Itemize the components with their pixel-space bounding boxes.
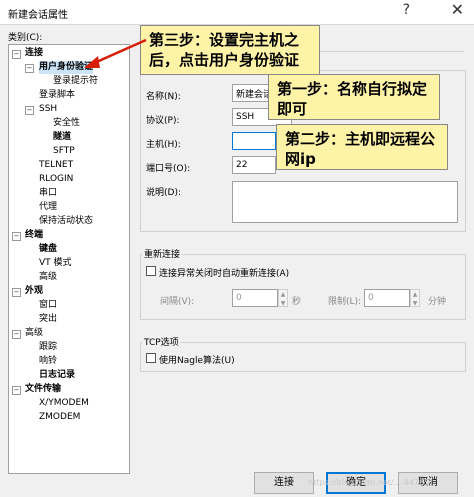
collapse-icon[interactable]: − — [12, 386, 21, 395]
window-title: 新建会话属性 — [8, 10, 68, 21]
reconnect-group-title: 重新连接 — [142, 247, 183, 260]
description-label: 说明(D): — [146, 188, 181, 198]
tree-item-vt-mode[interactable]: VT 模式 — [39, 257, 72, 270]
collapse-icon[interactable]: − — [12, 50, 21, 59]
host-input[interactable] — [232, 132, 276, 150]
auto-reconnect-checkbox[interactable] — [146, 266, 156, 276]
limit-input[interactable] — [364, 289, 410, 307]
tree-item-advanced[interactable]: 高级 — [25, 327, 43, 340]
red-arrow-icon — [84, 38, 147, 68]
callout-step2: 第二步：主机即远程公网ip — [276, 124, 448, 170]
port-label: 端口号(O): — [146, 164, 191, 174]
tree-item-xymodem[interactable]: X/YMODEM — [39, 397, 89, 410]
tree-item-logging[interactable]: 日志记录 — [39, 369, 75, 382]
callout-step3: 第三步：设置完主机之后，点击用户身份验证 — [140, 25, 320, 75]
collapse-icon[interactable]: − — [25, 106, 34, 115]
tree-item-telnet[interactable]: TELNET — [39, 159, 73, 172]
collapse-icon[interactable]: − — [12, 232, 21, 241]
callout-step1: 第一步：名称自行拟定即可 — [268, 74, 440, 120]
collapse-icon[interactable]: − — [12, 288, 21, 297]
tree-item-zmodem[interactable]: ZMODEM — [39, 411, 80, 424]
tree-item-proxy[interactable]: 代理 — [39, 201, 57, 214]
close-icon[interactable]: ✕ — [451, 0, 464, 19]
limit-label: 限制(L): — [328, 297, 362, 307]
protocol-value: SSH — [236, 112, 255, 122]
port-input[interactable] — [232, 156, 276, 174]
tree-item-sftp[interactable]: SFTP — [53, 145, 75, 158]
auto-reconnect-label: 连接异常关闭时自动重新连接(A) — [159, 269, 290, 279]
tree-item-keepalive[interactable]: 保持活动状态 — [39, 215, 93, 228]
nagle-checkbox[interactable] — [146, 353, 156, 363]
tree-item-serial[interactable]: 串口 — [39, 187, 57, 200]
collapse-icon[interactable]: − — [12, 330, 21, 339]
host-label: 主机(H): — [146, 140, 181, 150]
tree-item-bell[interactable]: 响铃 — [39, 355, 57, 368]
interval-unit: 秒 — [292, 297, 302, 307]
tree-item-ssh[interactable]: SSH — [39, 103, 57, 116]
tree-item-appearance[interactable]: 外观 — [25, 285, 43, 298]
tree-item-terminal[interactable]: 终端 — [25, 229, 43, 242]
tree-item-window[interactable]: 窗口 — [39, 299, 57, 312]
tree-item-rlogin[interactable]: RLOGIN — [39, 173, 73, 186]
category-label: 类别(C): — [8, 33, 43, 43]
tcp-group-title: TCP选项 — [142, 335, 181, 348]
tree-item-login-prompt[interactable]: 登录提示符 — [53, 75, 98, 88]
tree-item-terminal-advanced[interactable]: 高级 — [39, 271, 57, 284]
reconnect-group — [140, 254, 466, 320]
name-label: 名称(N): — [146, 92, 181, 102]
tree-item-login-script[interactable]: 登录脚本 — [39, 89, 75, 102]
tree-item-keyboard[interactable]: 键盘 — [39, 243, 57, 256]
tree-item-highlight[interactable]: 突出 — [39, 313, 57, 326]
tree-item-file-transfer[interactable]: 文件传输 — [25, 383, 61, 396]
description-input[interactable] — [232, 181, 458, 223]
tree-item-tunnel[interactable]: 隧道 — [53, 131, 71, 144]
interval-label: 间隔(V): — [160, 297, 195, 307]
watermark: https://blog.csdn.net/... 44765 — [308, 478, 430, 487]
tree-item-connection[interactable]: 连接 — [25, 47, 43, 60]
interval-input[interactable] — [232, 289, 278, 307]
category-tree[interactable]: − 连接 − 用户身份验证 登录提示符 登录脚本 − SSH 安全性 隧道 SF… — [8, 44, 130, 474]
tree-item-trace[interactable]: 跟踪 — [39, 341, 57, 354]
collapse-icon[interactable]: − — [25, 64, 34, 73]
help-icon[interactable]: ? — [403, 2, 410, 18]
nagle-label: 使用Nagle算法(U) — [159, 356, 235, 366]
limit-spinner[interactable]: ▲ ▼ — [410, 289, 420, 307]
limit-unit: 分钟 — [428, 297, 447, 307]
tree-item-security[interactable]: 安全性 — [53, 117, 80, 130]
title-bar: 新建会话属性 ? ✕ — [0, 0, 474, 25]
connect-button[interactable]: 连接 — [254, 472, 314, 494]
protocol-label: 协议(P): — [146, 116, 180, 126]
interval-spinner[interactable]: ▲ ▼ — [278, 289, 288, 307]
